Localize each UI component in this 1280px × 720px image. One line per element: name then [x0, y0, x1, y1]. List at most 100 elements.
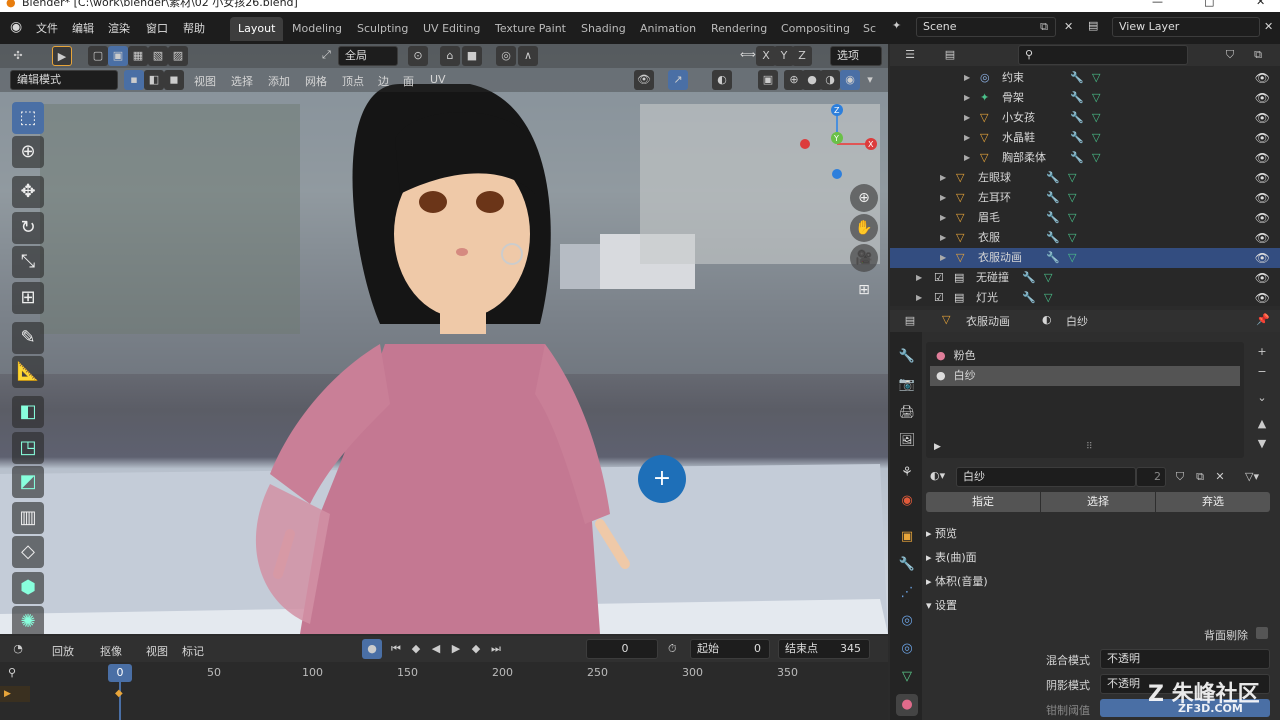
section-settings[interactable]: ▾ 设置 [926, 597, 957, 613]
outliner-row[interactable]: ▶ ▽ 胸部柔体 🔧 ▽ 👁 [890, 148, 1280, 168]
select-mode-subtract-icon[interactable]: ▦ [128, 46, 148, 66]
constraints-tab-icon[interactable]: ◎ [896, 638, 918, 660]
expand-icon[interactable]: ▶ [916, 288, 922, 308]
material-slot-white[interactable]: ● 白纱 [930, 366, 1240, 386]
menu-render[interactable]: 渲染 [108, 20, 130, 36]
expand-icon[interactable]: ▶ [916, 268, 922, 288]
mirror-z-toggle[interactable]: Z [792, 46, 812, 66]
expand-icon[interactable]: ▶ [964, 68, 970, 88]
outliner-row[interactable]: ▶ ▽ 小女孩 🔧 ▽ 👁 [890, 108, 1280, 128]
spin-tool-icon[interactable]: ✺ [12, 606, 44, 634]
expand-icon[interactable]: ▶ [934, 442, 941, 452]
blend-mode-select[interactable]: 不透明 [1100, 649, 1270, 669]
measure-tool-icon[interactable]: 📐 [12, 356, 44, 388]
backface-culling-checkbox[interactable] [1256, 627, 1268, 639]
overlay-icon[interactable]: ◐ [712, 70, 732, 90]
pin-icon[interactable]: 📌 [1256, 313, 1270, 326]
select-box-icon[interactable]: ▶ [52, 46, 72, 66]
assign-button[interactable]: 指定 [926, 492, 1040, 512]
visibility-eye-icon[interactable]: 👁 [1255, 188, 1270, 208]
new-scene-icon[interactable]: ⧉ [1034, 17, 1054, 37]
vertex-select-icon[interactable]: ▪ [124, 70, 144, 90]
fake-user-shield-icon[interactable]: ⛉ [1170, 467, 1190, 487]
tab-texture-paint[interactable]: Texture Paint [487, 17, 574, 41]
material-shading-icon[interactable]: ◑ [820, 70, 840, 90]
outliner-search-input[interactable]: ⚲ [1018, 45, 1188, 65]
material-slot-pink[interactable]: ● 粉色 [930, 346, 1240, 366]
options-dropdown[interactable]: 选项 [830, 46, 882, 66]
outliner-row[interactable]: ▶ ▽ 左眼球 🔧 ▽ 👁 [890, 168, 1280, 188]
menu-edit[interactable]: 编辑 [72, 20, 94, 36]
tab-compositing[interactable]: Compositing [773, 17, 858, 41]
proportional-edit-icon[interactable]: ◎ [496, 46, 516, 66]
menu-add[interactable]: 添加 [268, 73, 290, 89]
solid-shading-icon[interactable]: ● [802, 70, 822, 90]
close-button[interactable]: ✕ [1256, 0, 1265, 7]
shading-options-icon[interactable]: ▾ [860, 70, 880, 90]
outliner-row[interactable]: ▶ ☑ ▤ 无碰撞 🔧 ▽ 👁 [890, 268, 1280, 288]
remove-scene-icon[interactable]: ✕ [1064, 20, 1073, 33]
timeline-editor-type-icon[interactable]: ◔ [8, 639, 28, 659]
minimize-button[interactable]: — [1152, 0, 1163, 7]
modifier-tab-icon[interactable]: 🔧 [896, 554, 918, 576]
pan-hand-icon[interactable]: ✋ [850, 214, 878, 242]
outliner-row[interactable]: ▶ ☑ ▤ 灯光 🔧 ▽ 👁 [890, 288, 1280, 308]
move-slot-up-icon[interactable]: ▲ [1252, 414, 1272, 434]
expand-icon[interactable]: ▶ [964, 128, 970, 148]
visibility-eye-icon[interactable]: 👁 [1255, 168, 1270, 188]
3d-viewport[interactable]: ✣ ▶ ▢ ▣ ▦ ▧ ▨ ⤢ 全局 ⊙ ⌂ ■ ◎ ∧ ⟺ X Y Z 选项 … [0, 44, 888, 634]
transform-orientation-select[interactable]: 全局 [338, 46, 398, 66]
menu-playback[interactable]: 回放 [52, 643, 74, 659]
outliner-row[interactable]: ▶ ✦ 骨架 🔧 ▽ 👁 [890, 88, 1280, 108]
visibility-eye-icon[interactable]: 👁 [1255, 128, 1270, 148]
outliner-row[interactable]: ▶ ▽ 水晶鞋 🔧 ▽ 👁 [890, 128, 1280, 148]
section-volume[interactable]: ▸ 体积(音量) [926, 573, 988, 589]
menu-vertex[interactable]: 顶点 [342, 73, 364, 89]
outliner-row[interactable]: ▶ ▽ 眉毛 🔧 ▽ 👁 [890, 208, 1280, 228]
move-tool-icon[interactable]: ✥ [12, 176, 44, 208]
zoom-icon[interactable]: ⊕ [850, 184, 878, 212]
new-collection-icon[interactable]: ⧉ [1248, 45, 1268, 65]
menu-uv[interactable]: UV [430, 73, 446, 86]
tab-shading[interactable]: Shading [573, 17, 634, 41]
poly-build-tool-icon[interactable]: ⬢ [12, 572, 44, 604]
menu-mesh[interactable]: 网格 [305, 73, 327, 89]
menu-file[interactable]: 文件 [36, 20, 58, 36]
section-surface[interactable]: ▸ 表(曲)面 [926, 549, 977, 565]
outliner-editor-type-icon[interactable]: ☰ [900, 45, 920, 65]
outliner-row[interactable]: ▶ ▽ 衣服动画 🔧 ▽ 👁 [890, 248, 1280, 268]
visibility-eye-icon[interactable]: 👁 [1255, 108, 1270, 128]
scale-tool-icon[interactable]: ⤡ [12, 246, 44, 278]
maximize-button[interactable]: □ [1204, 0, 1214, 7]
knife-tool-icon[interactable]: ◇ [12, 536, 44, 568]
tab-more[interactable]: Sc [855, 17, 884, 41]
playhead-frame-badge[interactable]: 0 [108, 664, 132, 682]
edge-select-icon[interactable]: ◧ [144, 70, 164, 90]
select-mode-invert-icon[interactable]: ▧ [148, 46, 168, 66]
annotate-tool-icon[interactable]: ✎ [12, 322, 44, 354]
visibility-eye-icon[interactable]: 👁 [1255, 228, 1270, 248]
view-layer-tab-icon[interactable]: 🖼 [896, 430, 918, 452]
mirror-x-toggle[interactable]: X [756, 46, 776, 66]
visibility-eye-icon[interactable]: 👁 [1255, 268, 1270, 288]
world-tab-icon[interactable]: ◉ [896, 490, 918, 512]
render-tab-icon[interactable]: 📷 [896, 374, 918, 396]
snap-icon[interactable]: ⌂ [440, 46, 460, 66]
jump-start-icon[interactable]: ⏮ [386, 639, 406, 659]
outliner-row[interactable]: ▶ ▽ 衣服 🔧 ▽ 👁 [890, 228, 1280, 248]
loop-cut-tool-icon[interactable]: ▥ [12, 502, 44, 534]
face-select-icon[interactable]: ◼ [164, 70, 184, 90]
output-tab-icon[interactable]: 🖨 [896, 402, 918, 424]
visibility-eye-icon[interactable]: 👁 [1255, 68, 1270, 88]
tab-uv-editing[interactable]: UV Editing [415, 17, 488, 41]
menu-marker[interactable]: 标记 [182, 643, 204, 659]
select-mode-new-icon[interactable]: ▢ [88, 46, 108, 66]
bevel-tool-icon[interactable]: ◩ [12, 466, 44, 498]
jump-end-icon[interactable]: ⏭ [486, 639, 506, 659]
expand-icon[interactable]: ▶ [964, 108, 970, 128]
expand-icon[interactable]: ▶ [964, 148, 970, 168]
extrude-tool-icon[interactable]: ◧ [12, 396, 44, 428]
wireframe-shading-icon[interactable]: ⊕ [784, 70, 804, 90]
scene-tab-icon[interactable]: ⚘ [896, 462, 918, 484]
expand-icon[interactable]: ▶ [940, 188, 946, 208]
